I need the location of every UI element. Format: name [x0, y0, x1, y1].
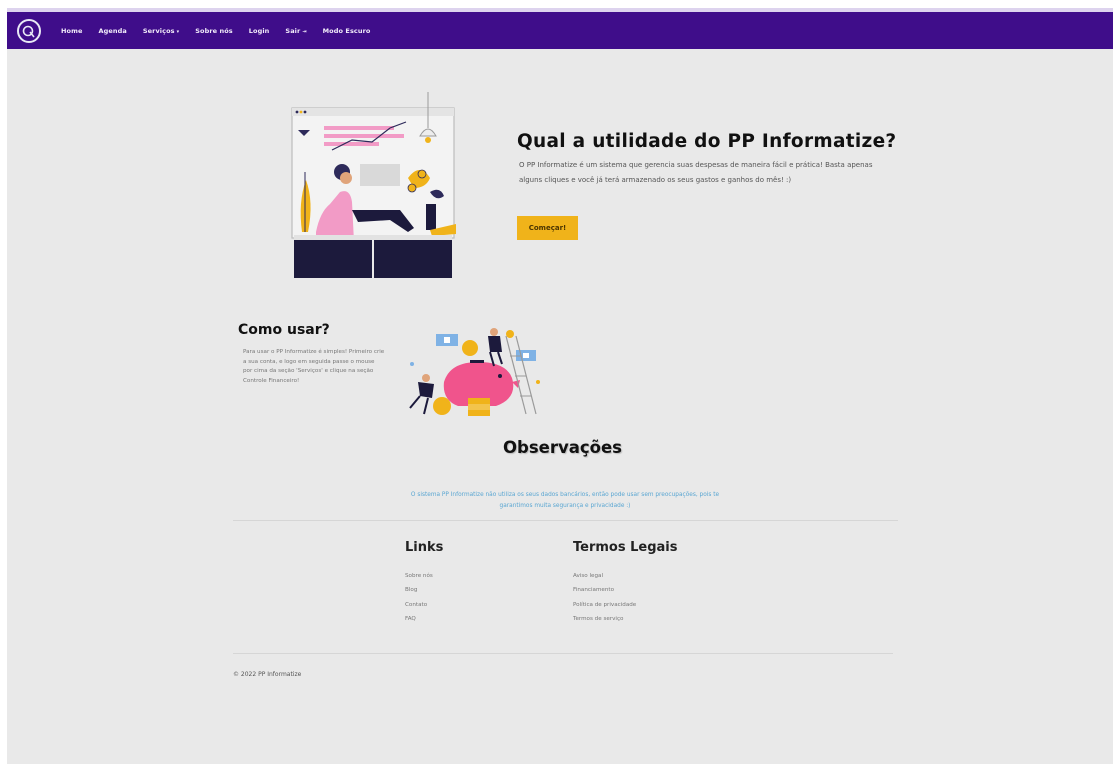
footer-link-faq[interactable]: FAQ	[405, 616, 433, 630]
chevron-down-icon: ▾	[176, 28, 180, 35]
footer-divider-bottom	[233, 653, 893, 654]
piggy-bank-illustration	[409, 328, 540, 416]
page-background	[7, 8, 1113, 764]
footer-links-title: Links	[405, 540, 444, 555]
hero-illustration	[291, 92, 456, 278]
footer-legal-list: Aviso legal Financiamento Política de pr…	[573, 573, 636, 630]
how-to-use-title: Como usar?	[238, 322, 330, 338]
nav-dark-mode[interactable]: Modo Escuro	[323, 27, 371, 35]
nav-agenda[interactable]: Agenda	[99, 27, 127, 35]
logout-icon: ⇥	[302, 28, 307, 35]
nav-sair[interactable]: Sair ⇥	[285, 27, 306, 35]
footer-link-privacidade[interactable]: Política de privacidade	[573, 602, 636, 616]
nav-servicos[interactable]: Serviços ▾	[143, 27, 179, 35]
footer-link-contato[interactable]: Contato	[405, 602, 433, 616]
nav-sair-label: Sair	[285, 26, 301, 35]
footer-link-sobre[interactable]: Sobre nós	[405, 573, 433, 587]
nav-sobre[interactable]: Sobre nós	[195, 27, 233, 35]
footer-divider-top	[233, 520, 898, 521]
footer-link-blog[interactable]: Blog	[405, 587, 433, 601]
hero-description: O PP Informatize é um sistema que gerenc…	[519, 161, 873, 184]
nav-login[interactable]: Login	[249, 27, 270, 35]
footer-link-financiamento[interactable]: Financiamento	[573, 587, 636, 601]
nav-servicos-label: Serviços	[142, 26, 175, 35]
how-to-use-text: Para usar o PP Informatize é simples! Pr…	[243, 349, 385, 384]
observations-text: O sistema PP Informatize não utiliza os …	[410, 492, 720, 509]
footer-link-termos[interactable]: Termos de serviço	[573, 616, 636, 630]
navbar: Home Agenda Serviços ▾ Sobre nós Login Sa…	[7, 12, 1113, 49]
copyright-text: © 2022 PP Informatize	[233, 671, 302, 678]
observations-title: Observações	[503, 438, 623, 457]
start-button[interactable]: Começar!	[517, 216, 578, 240]
logo-icon[interactable]	[17, 18, 41, 43]
footer-link-aviso[interactable]: Aviso legal	[573, 573, 636, 587]
hero-title: Qual a utilidade do PP Informatize?	[517, 131, 897, 152]
footer-links-list: Sobre nós Blog Contato FAQ	[405, 573, 433, 630]
footer-legal-title: Termos Legais	[573, 540, 678, 555]
nav-home[interactable]: Home	[61, 27, 83, 35]
